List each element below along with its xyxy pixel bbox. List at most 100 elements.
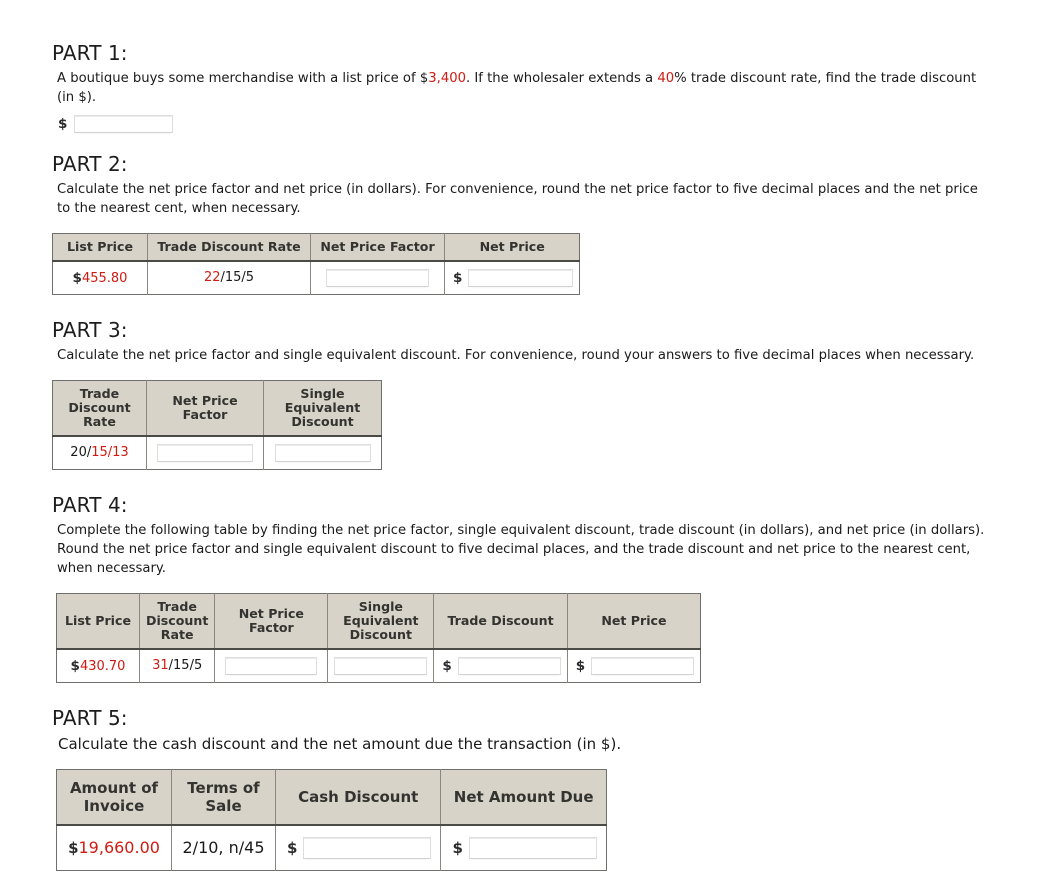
cell-net-price-factor — [310, 261, 445, 295]
column-header-net-price-factor: Net Price Factor — [310, 233, 445, 262]
dollar-sign: $ — [70, 657, 80, 674]
column-header-net-price-factor: Net Price Factor — [146, 380, 264, 437]
part-4-net-price-input[interactable] — [591, 657, 695, 675]
column-header-net-price: Net Price — [566, 593, 701, 650]
column-header-cash-discount: Cash Discount — [274, 769, 442, 826]
cell-trade-discount: $ — [433, 649, 568, 683]
part-3-heading: PART 3: — [52, 318, 128, 342]
part-4-description: Complete the following table by finding … — [57, 523, 985, 576]
column-header-list-price: List Price — [52, 233, 148, 262]
part-4-table-wrapper: List Price Trade Discount Rate Net Price… — [56, 593, 1040, 683]
part-1-description: A boutique buys some merchandise with a … — [57, 69, 992, 107]
part-3-table: Trade Discount Rate Net Price Factor Sin… — [52, 380, 382, 470]
input-wrapper: $ — [285, 837, 432, 859]
part-1-discount-rate-value: 40 — [657, 71, 675, 86]
cell-trade-discount-rate: 20/15/13 — [52, 436, 147, 470]
part-4-single-equivalent-discount-input[interactable] — [334, 657, 428, 675]
input-wrapper: $ — [451, 269, 574, 287]
cell-list-price: $455.80 — [52, 261, 148, 295]
cell-net-amount-due: $ — [440, 825, 607, 871]
part-2-net-price-input[interactable] — [468, 269, 574, 287]
list-price-value: 455.80 — [81, 270, 128, 286]
column-header-single-equivalent-discount: Single Equivalent Discount — [327, 593, 435, 650]
part-1-heading: PART 1: — [52, 41, 128, 65]
cell-trade-discount-rate: 31/15/5 — [138, 649, 216, 683]
input-wrapper — [270, 444, 375, 462]
cell-list-price: $430.70 — [56, 649, 140, 683]
dollar-sign: $ — [442, 658, 452, 674]
rate-remainder-value: 15/13 — [91, 445, 129, 460]
table-row: 20/15/13 — [52, 436, 382, 470]
part-5-cash-discount-input[interactable] — [303, 837, 432, 859]
part-5-net-amount-due-input[interactable] — [468, 837, 597, 859]
part-3-net-price-factor-input[interactable] — [157, 444, 253, 462]
cell-terms-of-sale: 2/10, n/45 — [171, 825, 276, 871]
cell-amount-of-invoice: $19,660.00 — [56, 825, 172, 871]
cell-cash-discount: $ — [274, 825, 442, 871]
part-4-table: List Price Trade Discount Rate Net Price… — [56, 593, 702, 683]
part-1-list-price-value: 3,400 — [428, 71, 466, 86]
input-wrapper — [221, 657, 321, 675]
rate-first-value: 20/ — [70, 445, 92, 460]
cell-single-equivalent-discount — [263, 436, 382, 470]
part-2-section: PART 2: Calculate the net price factor a… — [52, 151, 1040, 295]
part-4-heading: PART 4: — [52, 493, 128, 517]
rate-first-value: 31 — [152, 658, 169, 673]
table-row: $430.70 31/15/5 $ $ — [56, 649, 701, 683]
column-header-list-price: List Price — [56, 593, 140, 650]
table-header-row: List Price Trade Discount Rate Net Price… — [52, 233, 580, 262]
part-4-net-price-factor-input[interactable] — [225, 657, 318, 675]
input-wrapper — [334, 657, 428, 675]
cell-net-price: $ — [443, 261, 580, 295]
input-wrapper: $ — [450, 837, 597, 859]
column-header-trade-discount-rate: Trade Discount Rate — [52, 380, 147, 437]
column-header-net-price: Net Price — [443, 233, 580, 262]
part-2-description: Calculate the net price factor and net p… — [57, 182, 978, 216]
dollar-sign: $ — [575, 658, 586, 674]
input-wrapper: $ — [574, 657, 695, 675]
input-wrapper — [317, 269, 438, 287]
input-wrapper — [153, 444, 257, 462]
part-2-table-wrapper: List Price Trade Discount Rate Net Price… — [52, 233, 1040, 295]
column-header-trade-discount-rate: Trade Discount Rate — [138, 593, 216, 650]
table-header-row: Trade Discount Rate Net Price Factor Sin… — [52, 380, 382, 437]
part-5-table: Amount of Invoice Terms of Sale Cash Dis… — [56, 769, 607, 871]
worksheet-page: PART 1: A boutique buys some merchandise… — [0, 0, 1040, 871]
rate-remainder-value: /15/5 — [220, 270, 255, 285]
table-row: $19,660.00 2/10, n/45 $ $ — [56, 825, 607, 871]
cell-net-price-factor — [146, 436, 264, 470]
dollar-sign: $ — [287, 839, 298, 857]
part-4-section: PART 4: Complete the following table by … — [52, 492, 1040, 683]
rate-first-value: 22 — [203, 270, 221, 285]
dollar-sign: $ — [452, 839, 463, 857]
column-header-amount-of-invoice: Amount of Invoice — [56, 769, 172, 826]
column-header-trade-discount: Trade Discount — [433, 593, 568, 650]
table-header-row: List Price Trade Discount Rate Net Price… — [56, 593, 701, 650]
rate-remainder-value: /15/5 — [168, 658, 203, 673]
part-1-section: PART 1: A boutique buys some merchandise… — [52, 40, 1040, 133]
column-header-single-equivalent-discount: Single Equivalent Discount — [263, 380, 382, 437]
amount-of-invoice-value: 19,660.00 — [78, 838, 160, 857]
table-row: $455.80 22/15/5 $ — [52, 261, 580, 295]
part-1-trade-discount-input[interactable] — [74, 115, 174, 133]
part-1-desc-a: A boutique buys some merchandise with a … — [57, 71, 429, 86]
column-header-terms-of-sale: Terms of Sale — [171, 769, 276, 826]
cell-single-equivalent-discount — [327, 649, 435, 683]
column-header-trade-discount-rate: Trade Discount Rate — [147, 233, 311, 262]
dollar-sign: $ — [453, 270, 463, 286]
part-3-single-equivalent-discount-input[interactable] — [274, 444, 371, 462]
cell-net-price: $ — [566, 649, 701, 683]
part-2-heading: PART 2: — [52, 152, 128, 176]
part-1-desc-b: . If the wholesaler extends a — [466, 71, 658, 86]
part-1-answer-row: $ — [58, 115, 1040, 133]
cell-trade-discount-rate: 22/15/5 — [147, 261, 311, 295]
part-5-table-wrapper: Amount of Invoice Terms of Sale Cash Dis… — [56, 769, 1040, 871]
dollar-sign: $ — [72, 269, 82, 286]
column-header-net-price-factor: Net Price Factor — [214, 593, 329, 650]
part-4-trade-discount-input[interactable] — [457, 657, 561, 675]
input-wrapper: $ — [440, 657, 561, 675]
part-3-description: Calculate the net price factor and singl… — [57, 348, 975, 363]
part-5-section: PART 5: Calculate the cash discount and … — [52, 705, 1040, 871]
list-price-value: 430.70 — [79, 658, 126, 674]
part-2-net-price-factor-input[interactable] — [326, 269, 429, 287]
